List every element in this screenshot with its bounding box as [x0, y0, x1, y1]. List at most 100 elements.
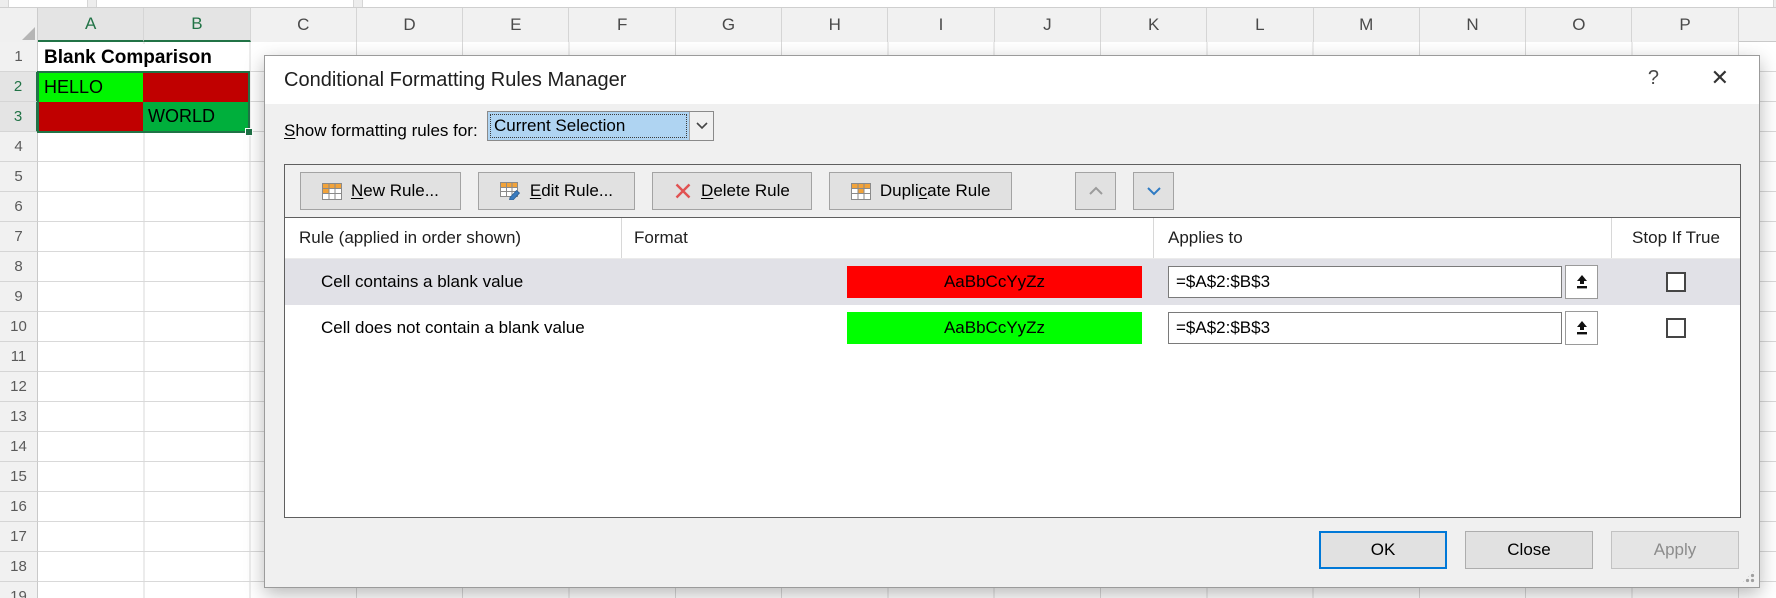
row-header[interactable]: 3 — [0, 102, 38, 132]
dialog-titlebar[interactable]: Conditional Formatting Rules Manager ? ✕ — [265, 56, 1759, 104]
column-header[interactable]: I — [888, 8, 994, 42]
fx-box-edge — [96, 0, 354, 7]
chevron-up-icon — [1088, 186, 1104, 196]
column-header[interactable]: C — [251, 8, 357, 42]
ok-button[interactable]: OK — [1319, 531, 1447, 569]
column-header[interactable]: P — [1632, 8, 1738, 42]
rule-row-2[interactable]: Cell does not contain a blank value AaBb… — [285, 305, 1740, 351]
column-header[interactable]: A — [38, 8, 144, 42]
dialog-footer-buttons: OK Close Apply — [1319, 531, 1739, 569]
close-icon[interactable]: ✕ — [1711, 65, 1729, 91]
column-header[interactable]: B — [144, 8, 250, 42]
column-header-row: ABCDEFGHIJKLMNOP — [0, 8, 1776, 42]
row-header[interactable]: 15 — [0, 462, 38, 492]
row-header[interactable]: 17 — [0, 522, 38, 552]
applies-to-input[interactable]: =$A$2:$B$3 — [1168, 266, 1562, 298]
row-headers: 12345678910111213141516171819 — [0, 42, 38, 598]
column-header[interactable]: M — [1314, 8, 1420, 42]
column-header[interactable]: K — [1101, 8, 1207, 42]
row-header[interactable]: 9 — [0, 282, 38, 312]
cell-a2[interactable]: HELLO — [39, 73, 143, 102]
resize-grip[interactable] — [1742, 570, 1755, 583]
range-picker-button[interactable] — [1565, 311, 1598, 345]
duplicate-rule-grid-icon — [851, 183, 871, 200]
select-all-corner[interactable] — [0, 8, 38, 42]
row-header[interactable]: 16 — [0, 492, 38, 522]
cell-b2[interactable] — [143, 73, 248, 102]
cell-a1-title[interactable]: Blank Comparison — [40, 44, 246, 71]
header-stop-if-true: Stop If True — [1612, 218, 1740, 258]
row-header[interactable]: 14 — [0, 432, 38, 462]
row-header[interactable]: 2 — [0, 72, 38, 102]
column-header[interactable]: N — [1420, 8, 1526, 42]
stop-if-true-cell — [1612, 272, 1740, 292]
select-all-triangle-icon — [22, 27, 35, 40]
column-header[interactable]: F — [569, 8, 675, 42]
rules-panel: New Rule... Edit Rule... Delete Rul — [284, 164, 1741, 518]
dropdown-chevron-button[interactable] — [689, 112, 713, 140]
stop-if-true-cell — [1612, 318, 1740, 338]
delete-rule-button[interactable]: Delete Rule — [652, 172, 812, 210]
header-format: Format — [622, 218, 1154, 258]
delete-x-icon — [674, 182, 692, 200]
show-rules-label: Show formatting rules for: — [284, 116, 478, 146]
help-button[interactable]: ? — [1648, 67, 1659, 90]
column-header[interactable]: J — [995, 8, 1101, 42]
row-header[interactable]: 12 — [0, 372, 38, 402]
cell-a3[interactable] — [39, 102, 143, 131]
header-rule: Rule (applied in order shown) — [285, 218, 622, 258]
move-rule-up-button[interactable] — [1075, 172, 1116, 210]
rule-name: Cell contains a blank value — [285, 272, 622, 292]
row-header[interactable]: 1 — [0, 42, 38, 72]
column-header[interactable]: E — [463, 8, 569, 42]
rule-applies-cell: =$A$2:$B$3 — [1154, 265, 1612, 299]
range-picker-button[interactable] — [1565, 265, 1598, 299]
row-header[interactable]: 13 — [0, 402, 38, 432]
rule-applies-cell: =$A$2:$B$3 — [1154, 311, 1612, 345]
move-rule-down-button[interactable] — [1133, 172, 1174, 210]
rule-row-1[interactable]: Cell contains a blank value AaBbCcYyZz =… — [285, 259, 1740, 305]
close-button[interactable]: Close — [1465, 531, 1593, 569]
row-header[interactable]: 10 — [0, 312, 38, 342]
edit-rule-pencil-icon — [500, 182, 521, 200]
column-header[interactable]: L — [1207, 8, 1313, 42]
conditional-formatting-rules-manager-dialog: Conditional Formatting Rules Manager ? ✕… — [264, 55, 1760, 588]
excel-window: ABCDEFGHIJKLMNOP 12345678910111213141516… — [0, 0, 1776, 598]
rule-format-cell: AaBbCcYyZz — [622, 312, 1154, 344]
collapse-dialog-arrow-icon — [1574, 274, 1590, 290]
rules-toolbar: New Rule... Edit Rule... Delete Rul — [285, 165, 1740, 218]
column-header[interactable]: D — [357, 8, 463, 42]
row-header[interactable]: 8 — [0, 252, 38, 282]
new-rule-grid-icon — [322, 183, 342, 200]
formula-bar-edge — [0, 0, 1776, 8]
rules-table-header: Rule (applied in order shown) Format App… — [285, 218, 1740, 259]
stop-if-true-checkbox[interactable] — [1666, 318, 1686, 338]
new-rule-button[interactable]: New Rule... — [300, 172, 461, 210]
format-preview-swatch: AaBbCcYyZz — [847, 312, 1142, 344]
row-header[interactable]: 7 — [0, 222, 38, 252]
column-header[interactable]: G — [676, 8, 782, 42]
column-headers: ABCDEFGHIJKLMNOP — [38, 8, 1739, 42]
row-header[interactable]: 11 — [0, 342, 38, 372]
formula-field-edge — [362, 0, 1774, 7]
duplicate-rule-button[interactable]: Duplicate Rule — [829, 172, 1013, 210]
row-header[interactable]: 5 — [0, 162, 38, 192]
applies-to-input[interactable]: =$A$2:$B$3 — [1168, 312, 1562, 344]
cell-b3[interactable]: WORLD — [143, 102, 248, 131]
row-header[interactable]: 6 — [0, 192, 38, 222]
apply-button[interactable]: Apply — [1611, 531, 1739, 569]
show-rules-dropdown[interactable]: Current Selection — [487, 111, 714, 141]
column-header[interactable]: O — [1526, 8, 1632, 42]
name-box-edge — [8, 0, 88, 7]
chevron-down-icon — [696, 122, 708, 130]
rule-format-cell: AaBbCcYyZz — [622, 266, 1154, 298]
column-header[interactable]: H — [782, 8, 888, 42]
format-preview-swatch: AaBbCcYyZz — [847, 266, 1142, 298]
row-header[interactable]: 18 — [0, 552, 38, 582]
stop-if-true-checkbox[interactable] — [1666, 272, 1686, 292]
chevron-down-icon — [1146, 186, 1162, 196]
row-header[interactable]: 19 — [0, 582, 38, 598]
edit-rule-button[interactable]: Edit Rule... — [478, 172, 635, 210]
rule-name: Cell does not contain a blank value — [285, 318, 622, 338]
row-header[interactable]: 4 — [0, 132, 38, 162]
